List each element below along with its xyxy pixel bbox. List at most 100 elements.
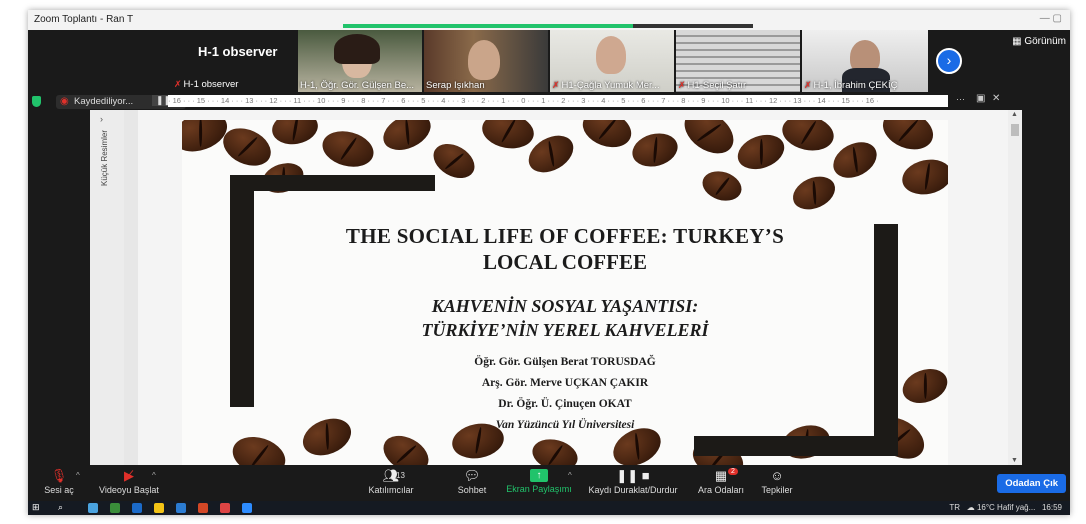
coffee-bean-image bbox=[827, 135, 883, 185]
taskview-icon[interactable] bbox=[88, 503, 98, 513]
app-icon[interactable] bbox=[110, 503, 120, 513]
shield-icon bbox=[32, 96, 41, 107]
coffee-bean-image bbox=[779, 120, 837, 156]
document-area: › Küçük Resimler THE SOCIAL LIFE OF COFF… bbox=[90, 110, 1008, 465]
recording-bar: ◉ Kaydediliyor... ❚❚ ■ · 16 · · · 15 · ·… bbox=[28, 92, 1070, 112]
horizontal-ruler: · 16 · · · 15 · · · 14 · · · 13 · · · 12… bbox=[168, 95, 948, 107]
slide-subtitle-line2: TÜRKİYE’NİN YEREL KAHVELERİ bbox=[421, 320, 709, 340]
slide-author-3: Dr. Öğr. Ü. Çinuçen OKAT bbox=[498, 398, 632, 410]
coffee-bean-image bbox=[318, 125, 378, 173]
frame-bracket-top bbox=[230, 175, 435, 191]
next-page-button[interactable]: › bbox=[936, 48, 962, 74]
coffee-bean-image bbox=[577, 120, 637, 154]
coffee-bean-image bbox=[676, 120, 742, 163]
chrome-icon[interactable] bbox=[220, 503, 230, 513]
folder-icon[interactable] bbox=[154, 503, 164, 513]
participant-video bbox=[596, 36, 626, 74]
self-name: H-1 observer bbox=[198, 44, 278, 59]
windows-taskbar: ⊞ ⌕ TR ☁ 16°C Hafif yağ... 16:59 bbox=[28, 501, 1070, 515]
scroll-up-icon[interactable]: ▲ bbox=[1011, 111, 1018, 118]
slide-subtitle-line1: KAHVENİN SOSYAL YAŞANTISI: bbox=[431, 296, 699, 316]
slide-institution: Van Yüzüncü Yıl Üniversitesi bbox=[495, 419, 635, 431]
vertical-ruler bbox=[124, 110, 138, 465]
video-off-icon: ▶̸ bbox=[124, 468, 134, 483]
windows-start-icon[interactable]: ⊞ bbox=[32, 502, 40, 513]
participant-name: ✗ H1-Seçil Şatır bbox=[678, 80, 747, 91]
meeting-toolbar: 🎙︎ Sesi aç ^ ▶̸ Videoyu Başlat ^ 👥︎ 13 K… bbox=[28, 465, 1070, 501]
coffee-bean-image bbox=[899, 155, 948, 199]
frame-bracket-bottom bbox=[694, 436, 898, 456]
smile-icon: ☺ bbox=[770, 468, 784, 483]
coffee-bean-image bbox=[479, 120, 537, 153]
share-indicator-bar bbox=[343, 24, 633, 28]
scrollbar-thumb[interactable] bbox=[1011, 124, 1019, 136]
coffee-bean-image bbox=[227, 430, 291, 465]
vertical-scrollbar[interactable]: ▲ ▼ bbox=[1008, 110, 1022, 465]
participant-tile[interactable]: Serap Işıkhan bbox=[424, 30, 548, 92]
people-icon: 👥︎ bbox=[382, 468, 400, 483]
pause-stop-icon: ❚❚ ■ bbox=[616, 468, 650, 483]
slide: THE SOCIAL LIFE OF COFFEE: TURKEY’S LOCA… bbox=[182, 120, 948, 465]
participant-name: ✗ H-1, İbrahim ÇEKİÇ bbox=[804, 80, 898, 91]
window-controls[interactable]: — ▢ bbox=[1040, 13, 1062, 24]
more-icon[interactable]: ··· bbox=[956, 94, 965, 104]
participant-tile[interactable]: ✗ H1-Çağla Yumuk Mer... bbox=[550, 30, 674, 92]
word-icon[interactable] bbox=[176, 503, 186, 513]
coffee-bean-image bbox=[269, 120, 321, 148]
slide-title-line1: THE SOCIAL LIFE OF COFFEE: TURKEY’S bbox=[345, 224, 785, 248]
participants-button[interactable]: 👥︎ 13 Katılımcılar bbox=[346, 465, 436, 501]
participants-count: 13 bbox=[396, 471, 405, 480]
coffee-bean-image bbox=[877, 120, 939, 157]
share-arrow-icon: ↑ bbox=[530, 469, 548, 482]
start-video-button[interactable]: ▶̸ Videoyu Başlat bbox=[84, 465, 174, 501]
participant-name: ✗ H1-Çağla Yumuk Mer... bbox=[552, 80, 660, 91]
chevron-up-icon[interactable]: ^ bbox=[568, 471, 572, 480]
zoom-window: Zoom Toplantı - Ran T — ▢ H-1 observer ✗… bbox=[28, 10, 1070, 515]
self-tile[interactable]: H-1 observer ✗ H-1 observer bbox=[170, 30, 296, 92]
mic-muted-icon: ✗ bbox=[804, 80, 812, 90]
scroll-down-icon[interactable]: ▼ bbox=[1011, 457, 1018, 464]
participant-tile[interactable]: ✗ H1-Seçil Şatır bbox=[676, 30, 800, 92]
slide-title-line2: LOCAL COFFEE bbox=[483, 250, 647, 274]
title-bar: Zoom Toplantı - Ran T — ▢ bbox=[28, 10, 1070, 30]
coffee-bean-image bbox=[377, 428, 435, 465]
participant-video bbox=[468, 40, 500, 80]
participant-name: H-1, Öğr. Gör. Gülşen Be... bbox=[300, 80, 415, 91]
thumbnails-label: Küçük Resimler bbox=[100, 129, 109, 186]
window-title: Zoom Toplantı - Ran T bbox=[34, 14, 134, 25]
participant-hair bbox=[334, 34, 380, 64]
frame-bracket-left bbox=[230, 175, 254, 407]
chevron-up-icon[interactable]: ^ bbox=[152, 471, 156, 480]
chevron-right-icon: › bbox=[946, 52, 952, 68]
zoom-icon[interactable] bbox=[242, 503, 252, 513]
leave-button[interactable]: Odadan Çık bbox=[997, 474, 1066, 493]
mic-muted-icon: ✗ bbox=[174, 79, 182, 89]
view-button[interactable]: ▦ Görünüm bbox=[1012, 36, 1066, 47]
restore-icon[interactable]: ▣ bbox=[976, 93, 985, 104]
participants-strip: H-1 observer ✗ H-1 observer H-1, Öğr. Gör… bbox=[28, 30, 1070, 92]
self-label: ✗ H-1 observer bbox=[174, 79, 239, 90]
record-icon: ◉ bbox=[60, 96, 69, 107]
system-tray[interactable]: TR ☁ 16°C Hafif yağ... 16:59 bbox=[949, 503, 1062, 512]
reactions-button[interactable]: ☺ Tepkiler bbox=[732, 465, 822, 501]
weather-icon: ☁ bbox=[966, 503, 975, 512]
grid-icon: ▦ bbox=[1012, 36, 1022, 47]
chevron-up-icon[interactable]: ^ bbox=[76, 471, 80, 480]
share-indicator-dark bbox=[633, 24, 753, 28]
edge-icon[interactable] bbox=[132, 503, 142, 513]
recording-label: Kaydediliyor... bbox=[74, 96, 134, 107]
mic-muted-icon: ✗ bbox=[678, 80, 686, 90]
coffee-bean-image bbox=[528, 434, 582, 465]
coffee-bean-image bbox=[628, 128, 682, 172]
search-icon[interactable]: ⌕ bbox=[58, 502, 63, 513]
close-icon[interactable]: ✕ bbox=[992, 93, 1000, 104]
coffee-bean-image bbox=[427, 137, 481, 185]
thumbnails-sidebar[interactable]: › Küçük Resimler bbox=[90, 110, 124, 465]
pause-stop-recording-button[interactable]: ❚❚ ■ Kaydı Duraklat/Durdur bbox=[578, 465, 688, 501]
coffee-bean-image bbox=[787, 170, 841, 216]
coffee-bean-image bbox=[377, 120, 437, 158]
powerpoint-icon[interactable] bbox=[198, 503, 208, 513]
participant-tile[interactable]: ✗ H-1, İbrahim ÇEKİÇ bbox=[802, 30, 928, 92]
participant-tile[interactable]: H-1, Öğr. Gör. Gülşen Be... bbox=[298, 30, 422, 92]
chevron-right-icon[interactable]: › bbox=[100, 114, 103, 124]
